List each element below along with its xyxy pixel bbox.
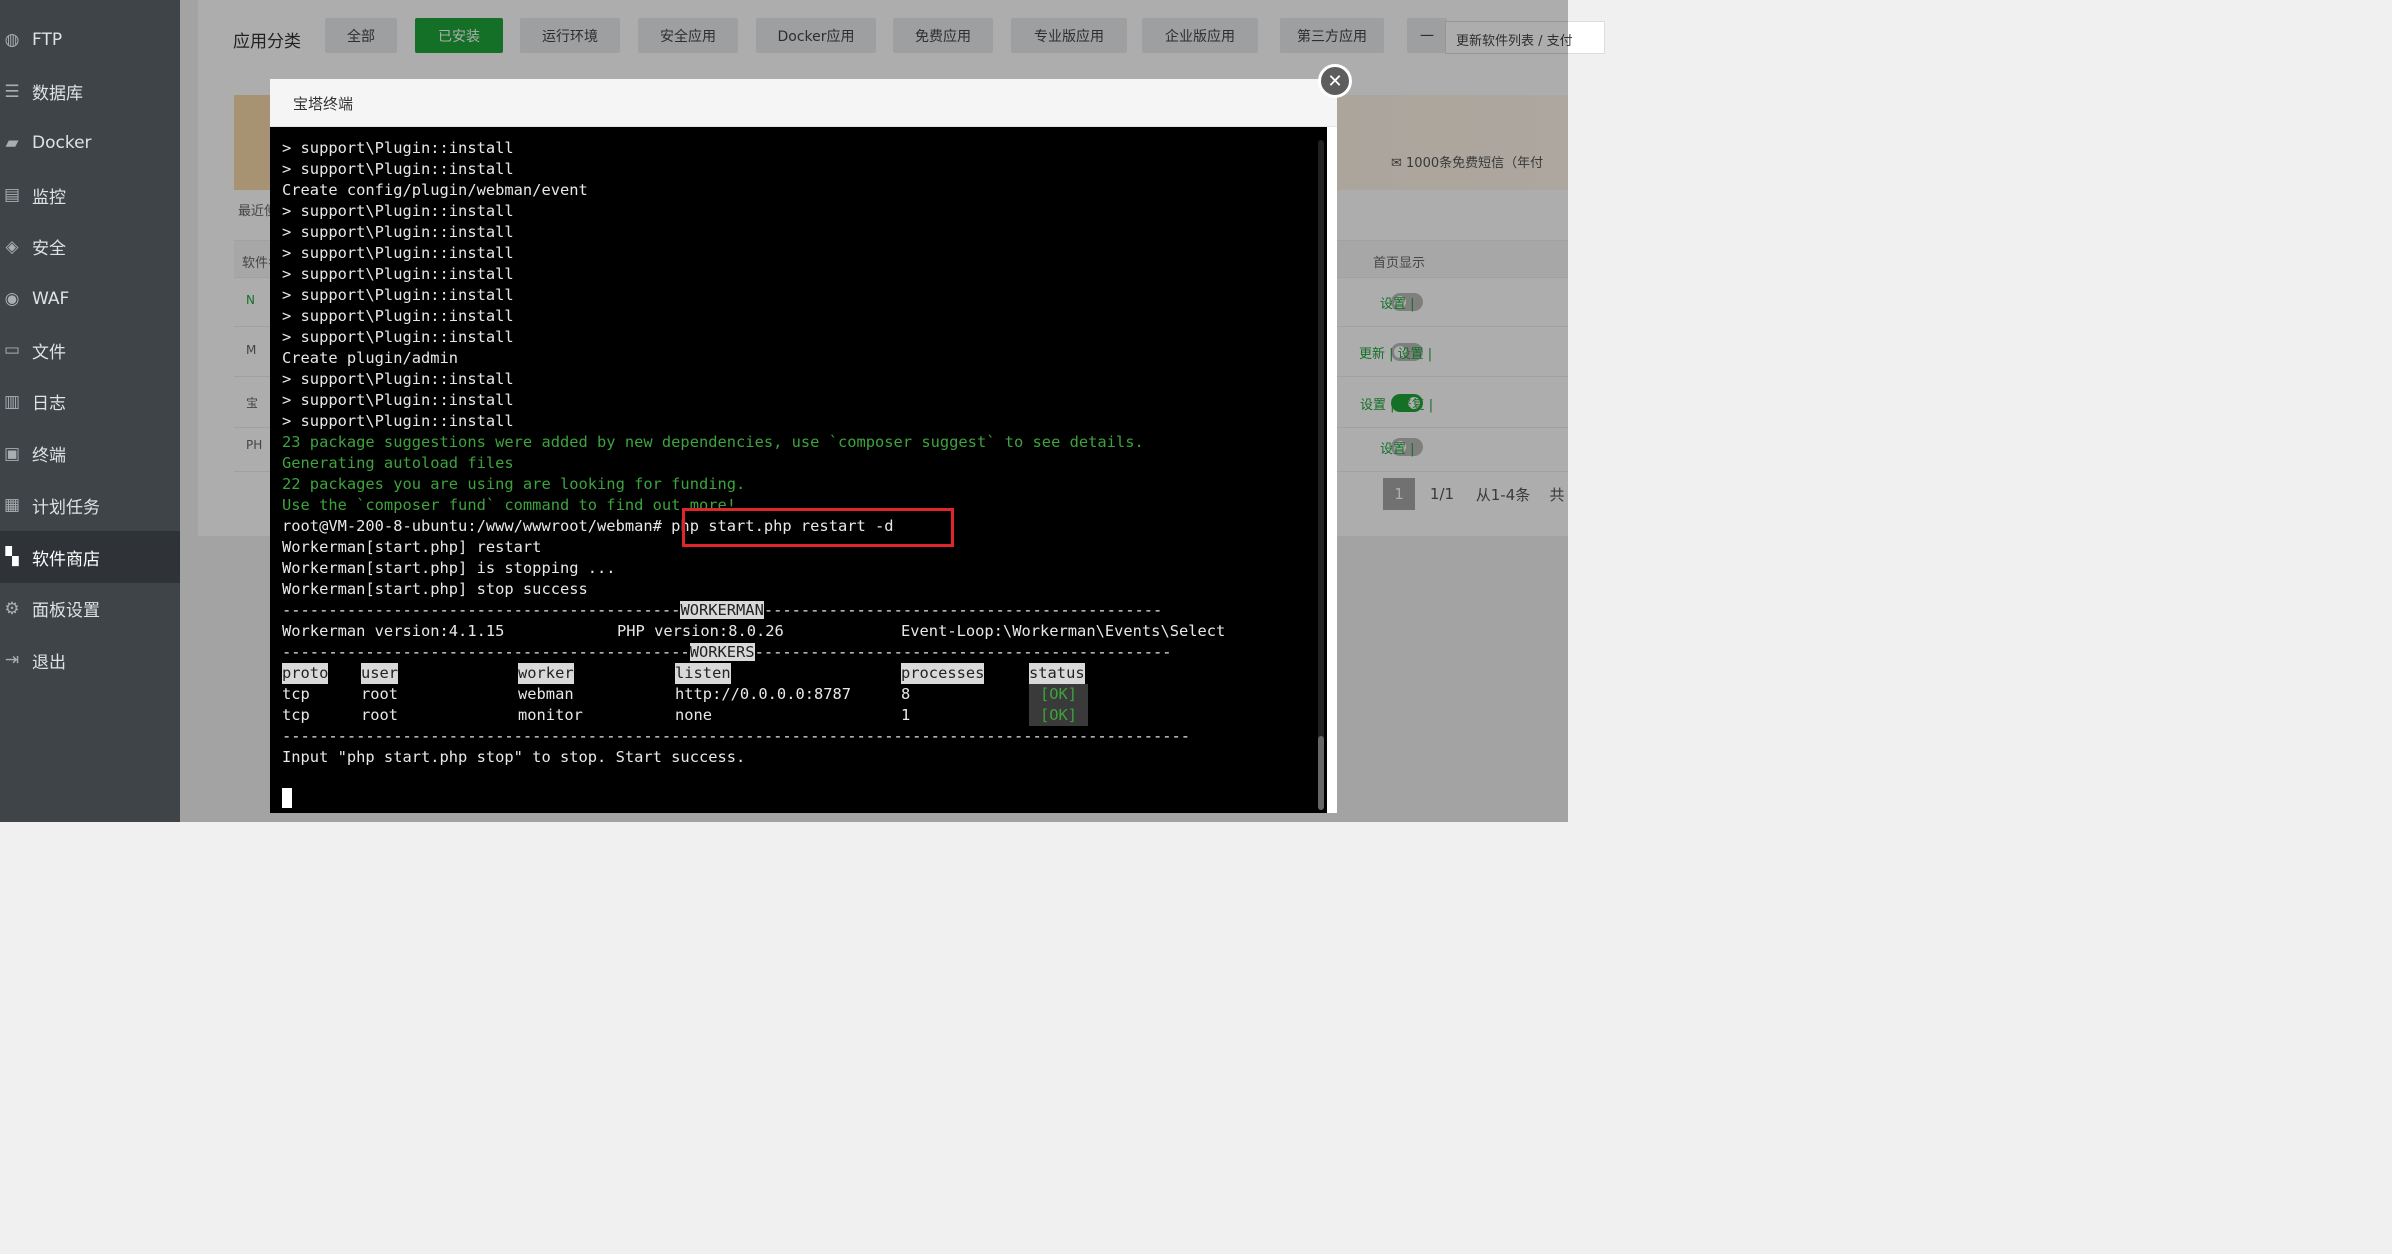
- sidebar-item-label: WAF: [32, 288, 70, 309]
- sidebar-item-label: 监控: [32, 187, 66, 208]
- terminal-line: > support\Plugin::install: [282, 328, 514, 346]
- log-icon: ▥: [3, 391, 21, 412]
- terminal-line: > support\Plugin::install: [282, 391, 514, 409]
- calendar-icon: ▦: [3, 495, 21, 516]
- modal-title: 宝塔终端: [293, 95, 354, 113]
- terminal-line: > support\Plugin::install: [282, 286, 514, 304]
- sidebar-item-label: Docker: [32, 133, 92, 154]
- sidebar-item[interactable]: ◍ FTP: [0, 14, 180, 66]
- sidebar-item-label: 数据库: [32, 84, 83, 105]
- workerman-version: Workerman version:4.1.15: [282, 622, 505, 640]
- terminal-line: Create plugin/admin: [282, 349, 459, 367]
- terminal-line: > support\Plugin::install: [282, 370, 514, 388]
- terminal-line: > support\Plugin::install: [282, 223, 514, 241]
- sidebar-item[interactable]: ▥ 日志: [0, 376, 180, 428]
- terminal-line: > support\Plugin::install: [282, 139, 514, 157]
- docker-icon: ▰: [5, 133, 19, 154]
- terminal-line: Workerman[start.php] stop success: [282, 580, 588, 598]
- worker-cell-processes: 1: [901, 706, 911, 724]
- terminal-icon: ▣: [3, 443, 21, 464]
- folder-icon: ▭: [3, 340, 21, 361]
- start-success-line: Input "php start.php stop" to stop. Star…: [282, 748, 746, 766]
- terminal-line: 22 packages you are using are looking fo…: [282, 475, 746, 493]
- sidebar-item[interactable]: ▚ 软件商店: [0, 531, 180, 583]
- worker-cell-listen: http://0.0.0.0:8787: [675, 685, 852, 703]
- sidebar-item-label: 面板设置: [32, 601, 100, 622]
- sidebar: ◍ FTP ☰ 数据库 ▰ Docker ▤ 监控 ◈ 安全 ◉ WAF ▭ 文件 ▥ 日志 ▣ 终端 ▦ 计划任务 ▚…: [0, 0, 180, 822]
- workers-column-header: user: [361, 663, 399, 684]
- worker-cell-processes: 8: [901, 685, 911, 703]
- terminal-line: > support\Plugin::install: [282, 307, 514, 325]
- php-version: PHP version:8.0.26: [617, 622, 784, 640]
- terminal-line: Workerman[start.php] restart: [282, 538, 542, 556]
- sidebar-item[interactable]: ◉ WAF: [0, 273, 180, 325]
- workers-column-header: status: [1029, 663, 1085, 684]
- sidebar-item[interactable]: ▰ Docker: [0, 117, 180, 169]
- sidebar-item-label: 文件: [32, 342, 66, 363]
- sidebar-item[interactable]: ◈ 安全: [0, 221, 180, 273]
- terminal-line: > support\Plugin::install: [282, 160, 514, 178]
- workers-separator: ----------------------------------------…: [282, 643, 1172, 661]
- workers-banner: WORKERS: [689, 643, 755, 661]
- shield-icon: ◈: [5, 236, 19, 257]
- closing-separator: ----------------------------------------…: [282, 727, 1191, 745]
- sidebar-item[interactable]: ⚙ 面板设置: [0, 583, 180, 635]
- workers-column-header: worker: [518, 663, 574, 684]
- sidebar-item[interactable]: ▭ 文件: [0, 324, 180, 376]
- terminal-cursor: [282, 788, 292, 808]
- sidebar-item-label: FTP: [32, 30, 63, 50]
- sidebar-item-label: 软件商店: [32, 549, 100, 570]
- sidebar-item[interactable]: ▦ 计划任务: [0, 479, 180, 531]
- terminal-scrollbar[interactable]: [1318, 140, 1324, 810]
- workerman-separator: ----------------------------------------…: [282, 601, 1163, 619]
- close-modal-button[interactable]: ✕: [1318, 64, 1352, 98]
- sidebar-item[interactable]: ☰ 数据库: [0, 66, 180, 118]
- sidebar-item-label: 日志: [32, 394, 66, 415]
- worker-cell-listen: none: [675, 706, 713, 724]
- sidebar-item[interactable]: ▤ 监控: [0, 169, 180, 221]
- waf-icon: ◉: [4, 288, 20, 309]
- sidebar-item-label: 终端: [32, 446, 66, 467]
- terminal-screen[interactable]: Workerman[start.php] stop success Workerm…: [270, 127, 1327, 813]
- terminal-line: Workerman[start.php] is stopping ...: [282, 559, 616, 577]
- worker-cell-user: root: [361, 706, 399, 724]
- terminal-line: Create config/plugin/webman/event: [282, 181, 588, 199]
- worker-cell-status: [OK]: [1029, 705, 1088, 726]
- workerman-banner: WORKERMAN: [680, 601, 764, 619]
- worker-cell-proto: tcp: [282, 706, 310, 724]
- terminal-line: Generating autoload files: [282, 454, 514, 472]
- workers-column-header: proto: [282, 663, 329, 684]
- gear-icon: ⚙: [4, 598, 20, 619]
- worker-cell-user: root: [361, 685, 399, 703]
- sidebar-item-label: 安全: [32, 239, 66, 260]
- highlighted-command-box: [682, 508, 954, 547]
- workers-column-header: listen: [675, 663, 731, 684]
- globe-icon: ◍: [4, 30, 20, 50]
- chart-icon: ▤: [3, 185, 21, 206]
- terminal-line: Use the `composer fund` command to find …: [282, 496, 737, 514]
- logout-icon: ⇥: [4, 650, 20, 671]
- sidebar-item-label: 计划任务: [32, 497, 100, 518]
- worker-cell-status: [OK]: [1029, 684, 1088, 705]
- terminal-line: 23 package suggestions were added by new…: [282, 433, 1144, 451]
- worker-cell-worker: webman: [518, 685, 574, 703]
- sidebar-item-label: 退出: [32, 652, 66, 673]
- scrollbar-thumb[interactable]: [1318, 736, 1324, 810]
- worker-cell-worker: monitor: [518, 706, 583, 724]
- modal-header: 宝塔终端: [270, 79, 1337, 127]
- close-icon: ✕: [1327, 70, 1343, 92]
- terminal-line: > support\Plugin::install: [282, 412, 514, 430]
- grid-icon: ▚: [5, 547, 19, 567]
- sidebar-item[interactable]: ⇥ 退出: [0, 634, 180, 686]
- database-icon: ☰: [4, 81, 20, 102]
- terminal-line: > support\Plugin::install: [282, 202, 514, 220]
- terminal-line: > support\Plugin::install: [282, 244, 514, 262]
- event-loop: Event-Loop:\Workerman\Events\Select: [901, 622, 1226, 640]
- sidebar-item[interactable]: ▣ 终端: [0, 428, 180, 480]
- workers-column-header: processes: [901, 663, 985, 684]
- terminal-line: > support\Plugin::install: [282, 265, 514, 283]
- worker-cell-proto: tcp: [282, 685, 310, 703]
